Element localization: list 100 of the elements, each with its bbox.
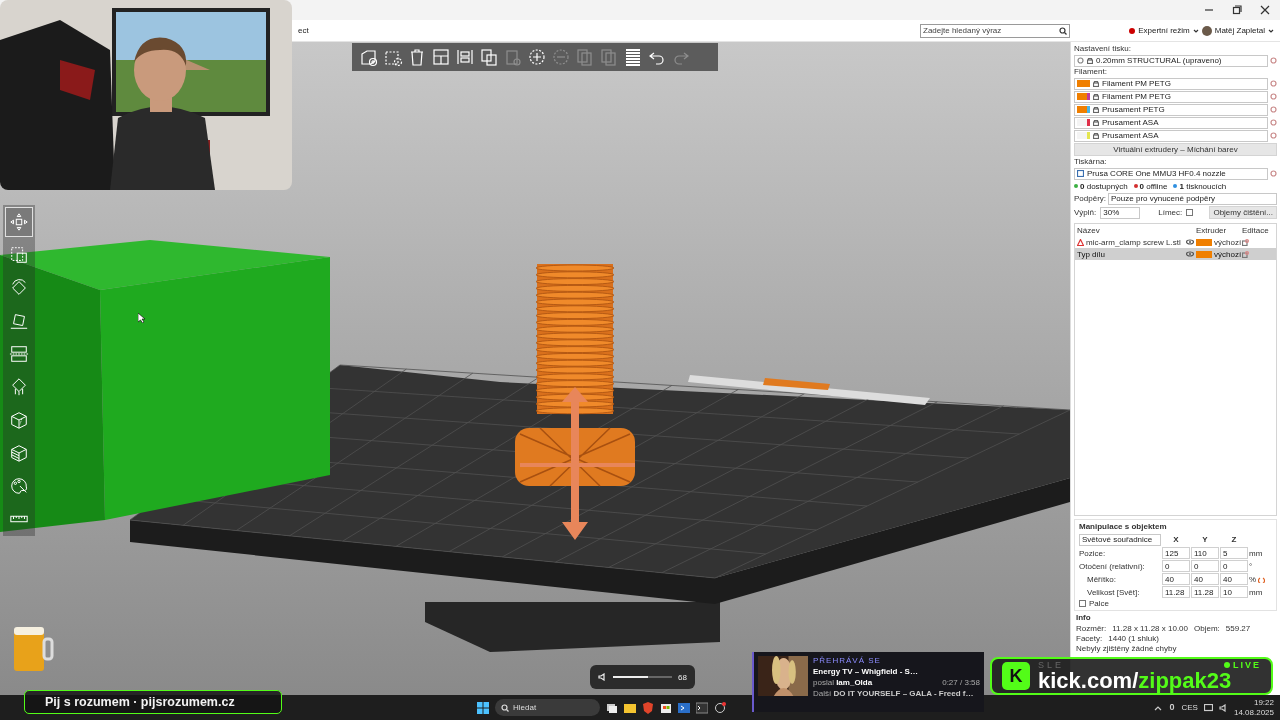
unit-label: ° (1249, 561, 1253, 571)
add-instance-icon[interactable] (526, 46, 548, 68)
volume-reading: 68 (678, 672, 687, 682)
track-title: Energy TV – Whigfield - S… (813, 667, 919, 676)
extruder-cell[interactable]: výchozí (1196, 237, 1242, 247)
channel-url: kick.com/zippak23 (1038, 670, 1233, 692)
live-dot (1224, 662, 1230, 668)
avatar-icon (1201, 25, 1212, 36)
edit-icon[interactable] (1242, 250, 1249, 258)
number-field[interactable]: 40 (1191, 573, 1219, 585)
info-label: Rozměr: (1076, 624, 1107, 633)
faded-label: SLE (1038, 660, 1064, 670)
status-count: 0 offline (1139, 181, 1168, 191)
menu-item[interactable]: ect (298, 26, 309, 35)
filament-dropdown[interactable]: Filament PM PETG (1074, 90, 1268, 103)
filament-dropdown[interactable]: Prusament ASA (1074, 116, 1268, 129)
info-label: Objem: (1194, 624, 1220, 633)
settings-icon[interactable] (1270, 170, 1277, 177)
checkbox-label: Palce (1089, 599, 1109, 608)
print-settings-dropdown[interactable]: 0.20mm STRUCTURAL (upraveno) (1074, 54, 1268, 67)
clock-date[interactable]: 14.08.2025 (1233, 707, 1274, 718)
status-count: 0 dostupných (1080, 181, 1128, 191)
kick-logo: K (1002, 662, 1030, 690)
number-field[interactable]: 0 (1191, 560, 1219, 572)
store-icon[interactable] (660, 701, 672, 714)
search-icon (501, 703, 509, 712)
windows-logo-icon[interactable] (477, 701, 489, 714)
user-name[interactable]: Matěj Zapletal (1214, 26, 1265, 35)
number-field[interactable]: 125 (1162, 547, 1190, 559)
field-label: Podpěry: (1074, 193, 1107, 204)
restore-icon[interactable] (1232, 5, 1242, 15)
mix-colors-button[interactable]: Virtuální extrudery – Míchání barev (1074, 143, 1277, 156)
arrange-icon[interactable] (430, 46, 452, 68)
supports-dropdown[interactable]: Pouze pro vynucené podpěry (1108, 192, 1277, 205)
number-field[interactable]: 11.28 (1191, 586, 1219, 598)
filament-dropdown[interactable]: Prusament PETG (1074, 103, 1268, 116)
unit-label: mm (1249, 548, 1263, 558)
clock-time[interactable]: 19:22 (1253, 697, 1274, 708)
purge-volumes-button[interactable]: Objemy čištění... (1209, 206, 1277, 219)
field-label: Pozice: (1079, 548, 1107, 558)
section-title: Manipulace s objektem (1079, 522, 1168, 532)
mode-dot (1129, 27, 1136, 34)
prompt-icon[interactable] (678, 701, 690, 714)
section-label: Nastavení tisku: (1074, 44, 1132, 54)
now-playing-status: PŘEHRÁVÁ SE (813, 656, 882, 665)
move-arrows-icon[interactable] (5, 207, 33, 237)
info-message: Nebyly zjištěny žádné chyby (1076, 644, 1178, 653)
printer-icon (1077, 170, 1084, 177)
object-row[interactable]: mic-arm_clamp screw L.stl výchozí (1075, 236, 1276, 248)
number-field[interactable]: 40 (1220, 573, 1248, 585)
number-field[interactable]: 0 (1162, 560, 1190, 572)
unit-label: mm (1249, 587, 1263, 597)
edit-icon[interactable] (1242, 238, 1249, 246)
mode-selector[interactable]: Expertní režim (1138, 26, 1190, 35)
caret-icon (1192, 27, 1199, 34)
column-header: Editace (1242, 225, 1270, 235)
object-name: Typ dílu (1077, 249, 1106, 259)
object-row[interactable]: Typ dílu výchozí (1075, 248, 1276, 260)
brim-checkbox[interactable] (1186, 209, 1194, 216)
shield-icon[interactable] (642, 701, 654, 714)
lock-icon (1093, 119, 1099, 126)
lock-icon (1093, 106, 1099, 113)
number-field[interactable]: 5 (1220, 547, 1248, 559)
status-count: 1 tisknoucích (1179, 181, 1227, 191)
filament-dropdown[interactable]: Filament PM PETG (1074, 77, 1268, 90)
monitor-icon (1203, 703, 1213, 712)
number-field[interactable]: 40 (1162, 573, 1190, 585)
number-field[interactable]: 110 (1191, 547, 1219, 559)
inches-checkbox[interactable] (1079, 600, 1086, 607)
info-value: 11.28 x 11.28 x 10.00 (1112, 624, 1188, 633)
axis-label: Z (1230, 535, 1238, 544)
number-field[interactable]: 0 (1220, 560, 1248, 572)
folder-icon[interactable] (624, 701, 636, 714)
field-label: Měřítko: (1086, 574, 1117, 584)
filament-dropdown[interactable]: Prusament ASA (1074, 129, 1268, 142)
section-label: Filament: (1074, 67, 1108, 77)
column-header: Extruder (1196, 225, 1228, 235)
number-field[interactable]: 10 (1220, 586, 1248, 598)
extruder-cell[interactable]: výchozí (1196, 249, 1242, 259)
sponsor-banner: Pij s rozumem · pijsrozumem.cz (24, 690, 282, 714)
eye-icon (1186, 239, 1194, 245)
coordinates-dropdown[interactable]: Světové souřadnice (1079, 533, 1161, 546)
terminal-icon[interactable] (696, 701, 708, 714)
task-view-icon[interactable] (606, 701, 618, 714)
field-label: Otočení (relativní): (1079, 561, 1146, 571)
field-label: Velikost [Svět]: (1086, 587, 1141, 597)
taskbar-search-field[interactable]: Hledat (495, 699, 600, 716)
infill-dropdown[interactable]: 30% (1100, 206, 1141, 219)
info-value: 559.27 (1225, 624, 1251, 633)
settings-icon[interactable] (1270, 57, 1277, 64)
field-label: Límec: (1158, 207, 1183, 218)
reset-icon[interactable] (1258, 575, 1266, 583)
language-indicator[interactable]: CES (1181, 703, 1198, 712)
number-field[interactable]: 11.28 (1162, 586, 1190, 598)
close-icon[interactable] (1260, 5, 1270, 15)
search-icon (1059, 26, 1067, 35)
printer-dropdown[interactable]: Prusa CORE One MMU3 HF0.4 nozzle (1074, 167, 1268, 180)
search-field[interactable]: Zadejte hledaný výraz (920, 23, 1070, 38)
copy-icon[interactable] (478, 46, 500, 68)
track-time: 0:27 / 3:58 (942, 678, 980, 687)
